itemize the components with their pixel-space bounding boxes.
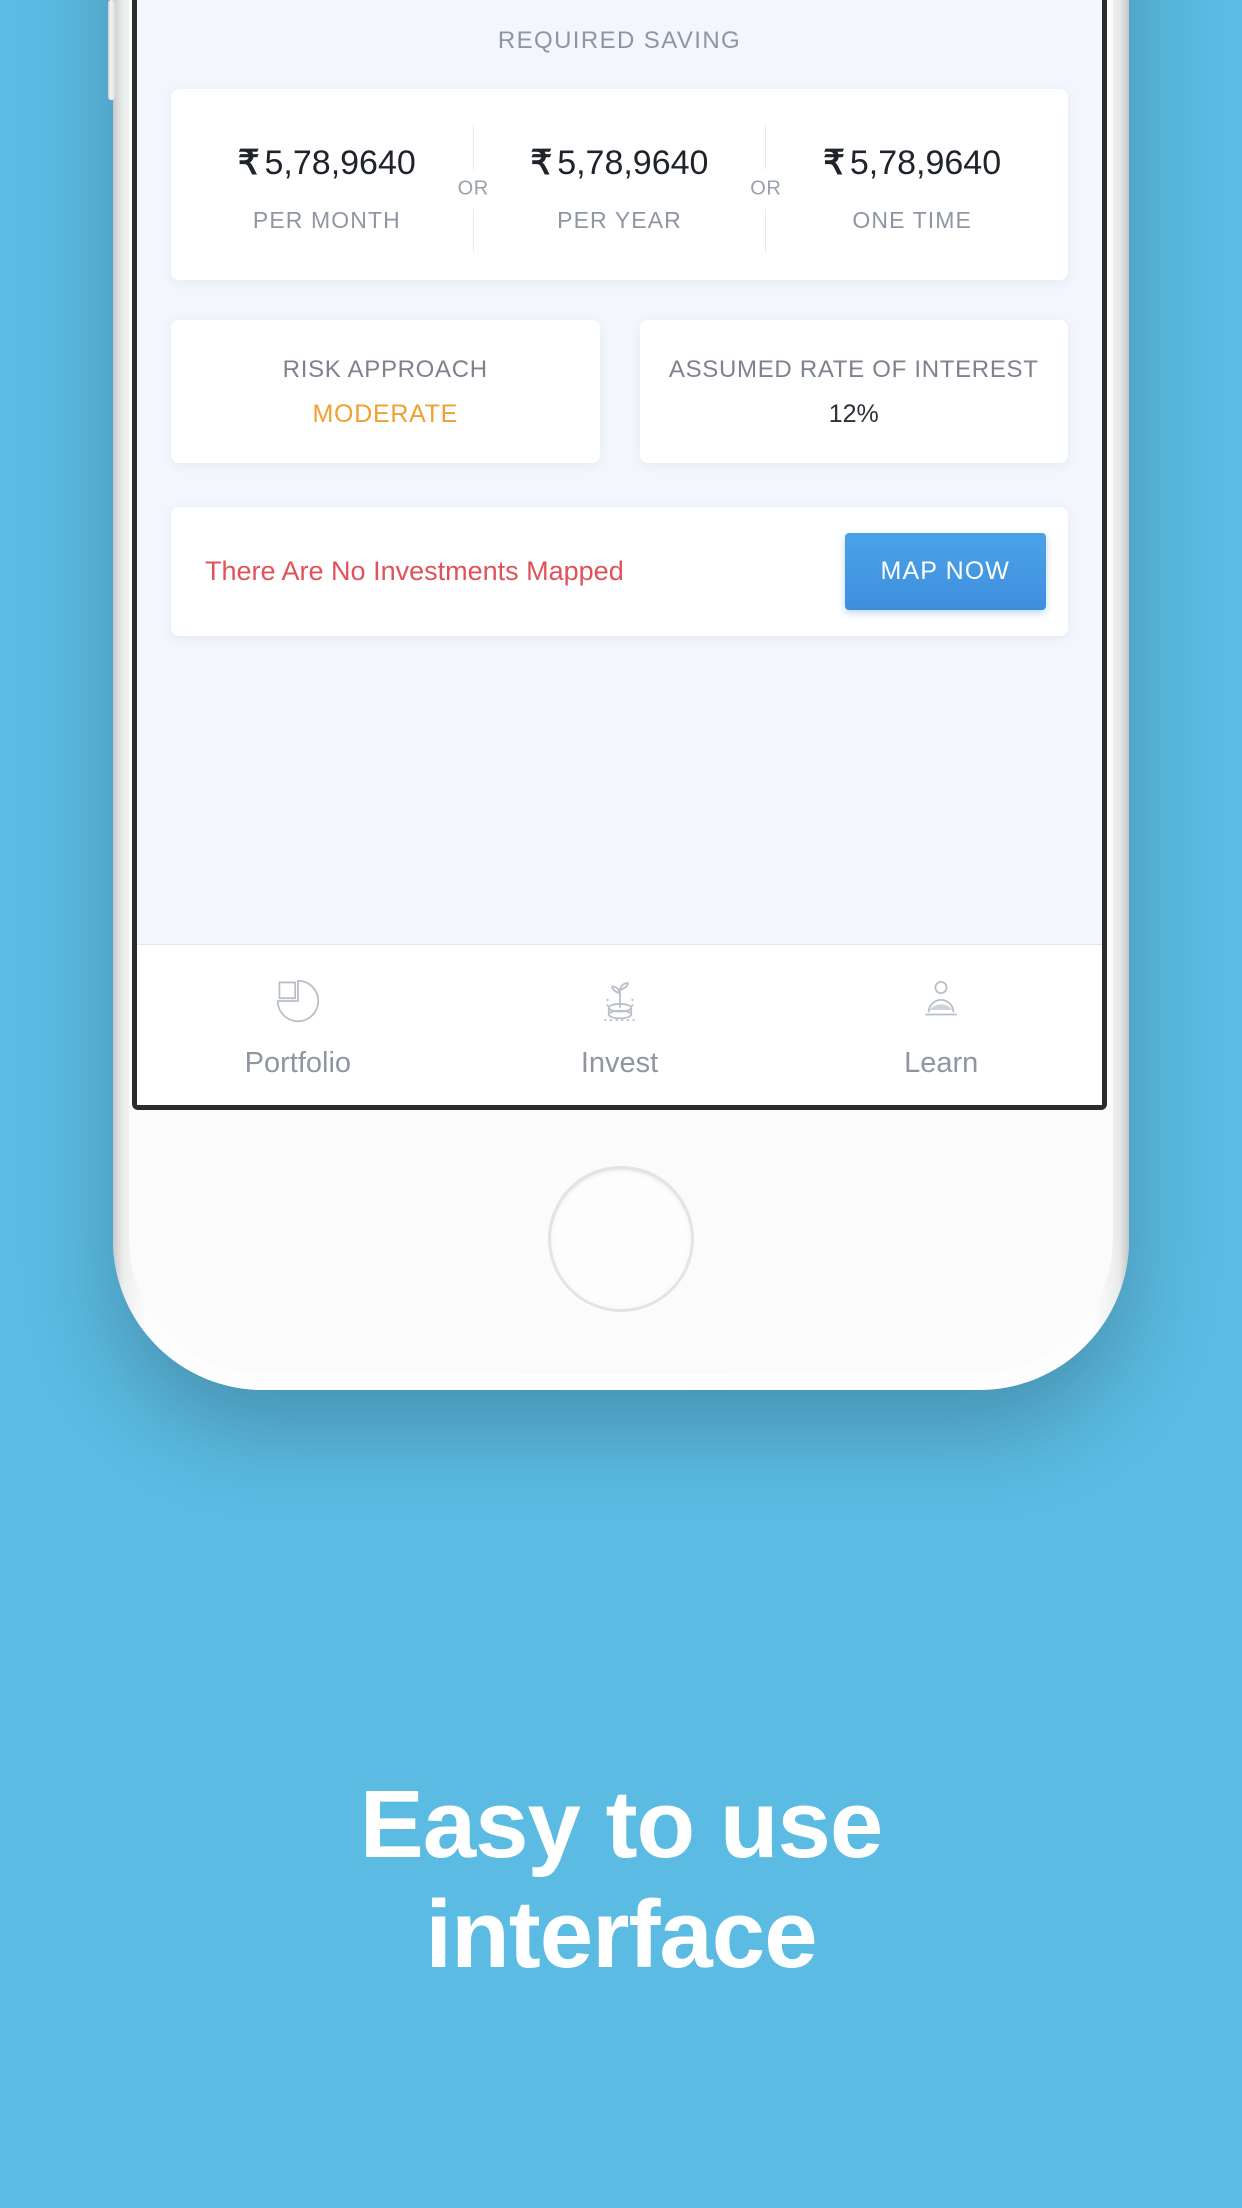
saving-separator: OR: [448, 125, 498, 252]
promo-caption: Easy to use interface: [0, 1770, 1242, 1991]
saving-period-label: PER YEAR: [557, 207, 682, 233]
interest-rate-label: ASSUMED RATE OF INTEREST: [668, 356, 1039, 383]
saving-or-label: OR: [741, 169, 791, 208]
saving-amount: ₹5,78,9640: [766, 143, 1058, 183]
phone-mockup: Goal 1 of 5 Modify Goal Name Education C…: [108, 0, 1129, 1390]
tab-portfolio[interactable]: Portfolio: [137, 971, 459, 1080]
plant-coins-icon: [459, 971, 781, 1031]
tab-label: Learn: [904, 1046, 979, 1079]
bottom-tab-bar: Portfolio Invest Learn: [137, 944, 1102, 1105]
app-scroll-area[interactable]: Goal 1 of 5 Modify Goal Name Education C…: [137, 0, 1102, 944]
person-reading-icon: [780, 971, 1102, 1031]
saving-amount-value: 5,78,9640: [557, 144, 709, 182]
meta-card-row: RISK APPROACH MODERATE ASSUMED RATE OF I…: [171, 320, 1068, 463]
promo-caption-line-2: interface: [425, 1881, 817, 1989]
phone-screen: Goal 1 of 5 Modify Goal Name Education C…: [137, 0, 1102, 1105]
saving-separator: OR: [741, 125, 791, 252]
no-investments-message: There Are No Investments Mapped: [205, 556, 624, 586]
risk-approach-value: MODERATE: [312, 400, 458, 428]
risk-approach-label: RISK APPROACH: [282, 356, 488, 383]
screen-bezel: Goal 1 of 5 Modify Goal Name Education C…: [132, 0, 1107, 1110]
interest-rate-value: 12%: [828, 400, 879, 428]
tab-invest[interactable]: Invest: [459, 971, 781, 1080]
saving-or-label: OR: [448, 169, 498, 208]
rupee-icon: ₹: [530, 144, 553, 182]
app-root: Goal 1 of 5 Modify Goal Name Education C…: [137, 0, 1102, 1105]
volume-down-button[interactable]: [108, 0, 115, 100]
saving-option-per-month: ₹5,78,9640 PER MONTH: [181, 143, 473, 234]
saving-option-one-time: ₹5,78,9640 ONE TIME: [766, 143, 1058, 234]
required-saving-caption: REQUIRED SAVING: [497, 27, 742, 54]
rupee-icon: ₹: [237, 144, 260, 182]
map-now-button[interactable]: MAP NOW: [844, 533, 1046, 610]
risk-approach-card[interactable]: RISK APPROACH MODERATE: [171, 320, 600, 463]
required-saving-card: ₹5,78,9640 PER MONTH OR ₹5,78,9640 PER Y…: [171, 89, 1068, 280]
investments-banner: There Are No Investments Mapped MAP NOW: [171, 507, 1068, 636]
interest-rate-card[interactable]: ASSUMED RATE OF INTEREST 12%: [639, 320, 1068, 463]
tab-label: Portfolio: [244, 1046, 352, 1079]
saving-amount: ₹5,78,9640: [474, 143, 766, 183]
saving-amount: ₹5,78,9640: [181, 143, 473, 183]
rupee-icon: ₹: [823, 144, 845, 182]
saving-option-per-year: ₹5,78,9640 PER YEAR: [474, 143, 766, 234]
home-button[interactable]: [548, 1166, 694, 1312]
tab-learn[interactable]: Learn: [780, 971, 1102, 1080]
saving-amount-value: 5,78,9640: [849, 144, 1002, 182]
promo-caption-line-1: Easy to use: [359, 1771, 884, 1878]
saving-period-label: ONE TIME: [852, 207, 972, 233]
saving-period-label: PER MONTH: [252, 207, 401, 233]
pie-chart-icon: [137, 971, 459, 1031]
tab-label: Invest: [580, 1046, 659, 1079]
saving-amount-value: 5,78,9640: [264, 144, 416, 182]
